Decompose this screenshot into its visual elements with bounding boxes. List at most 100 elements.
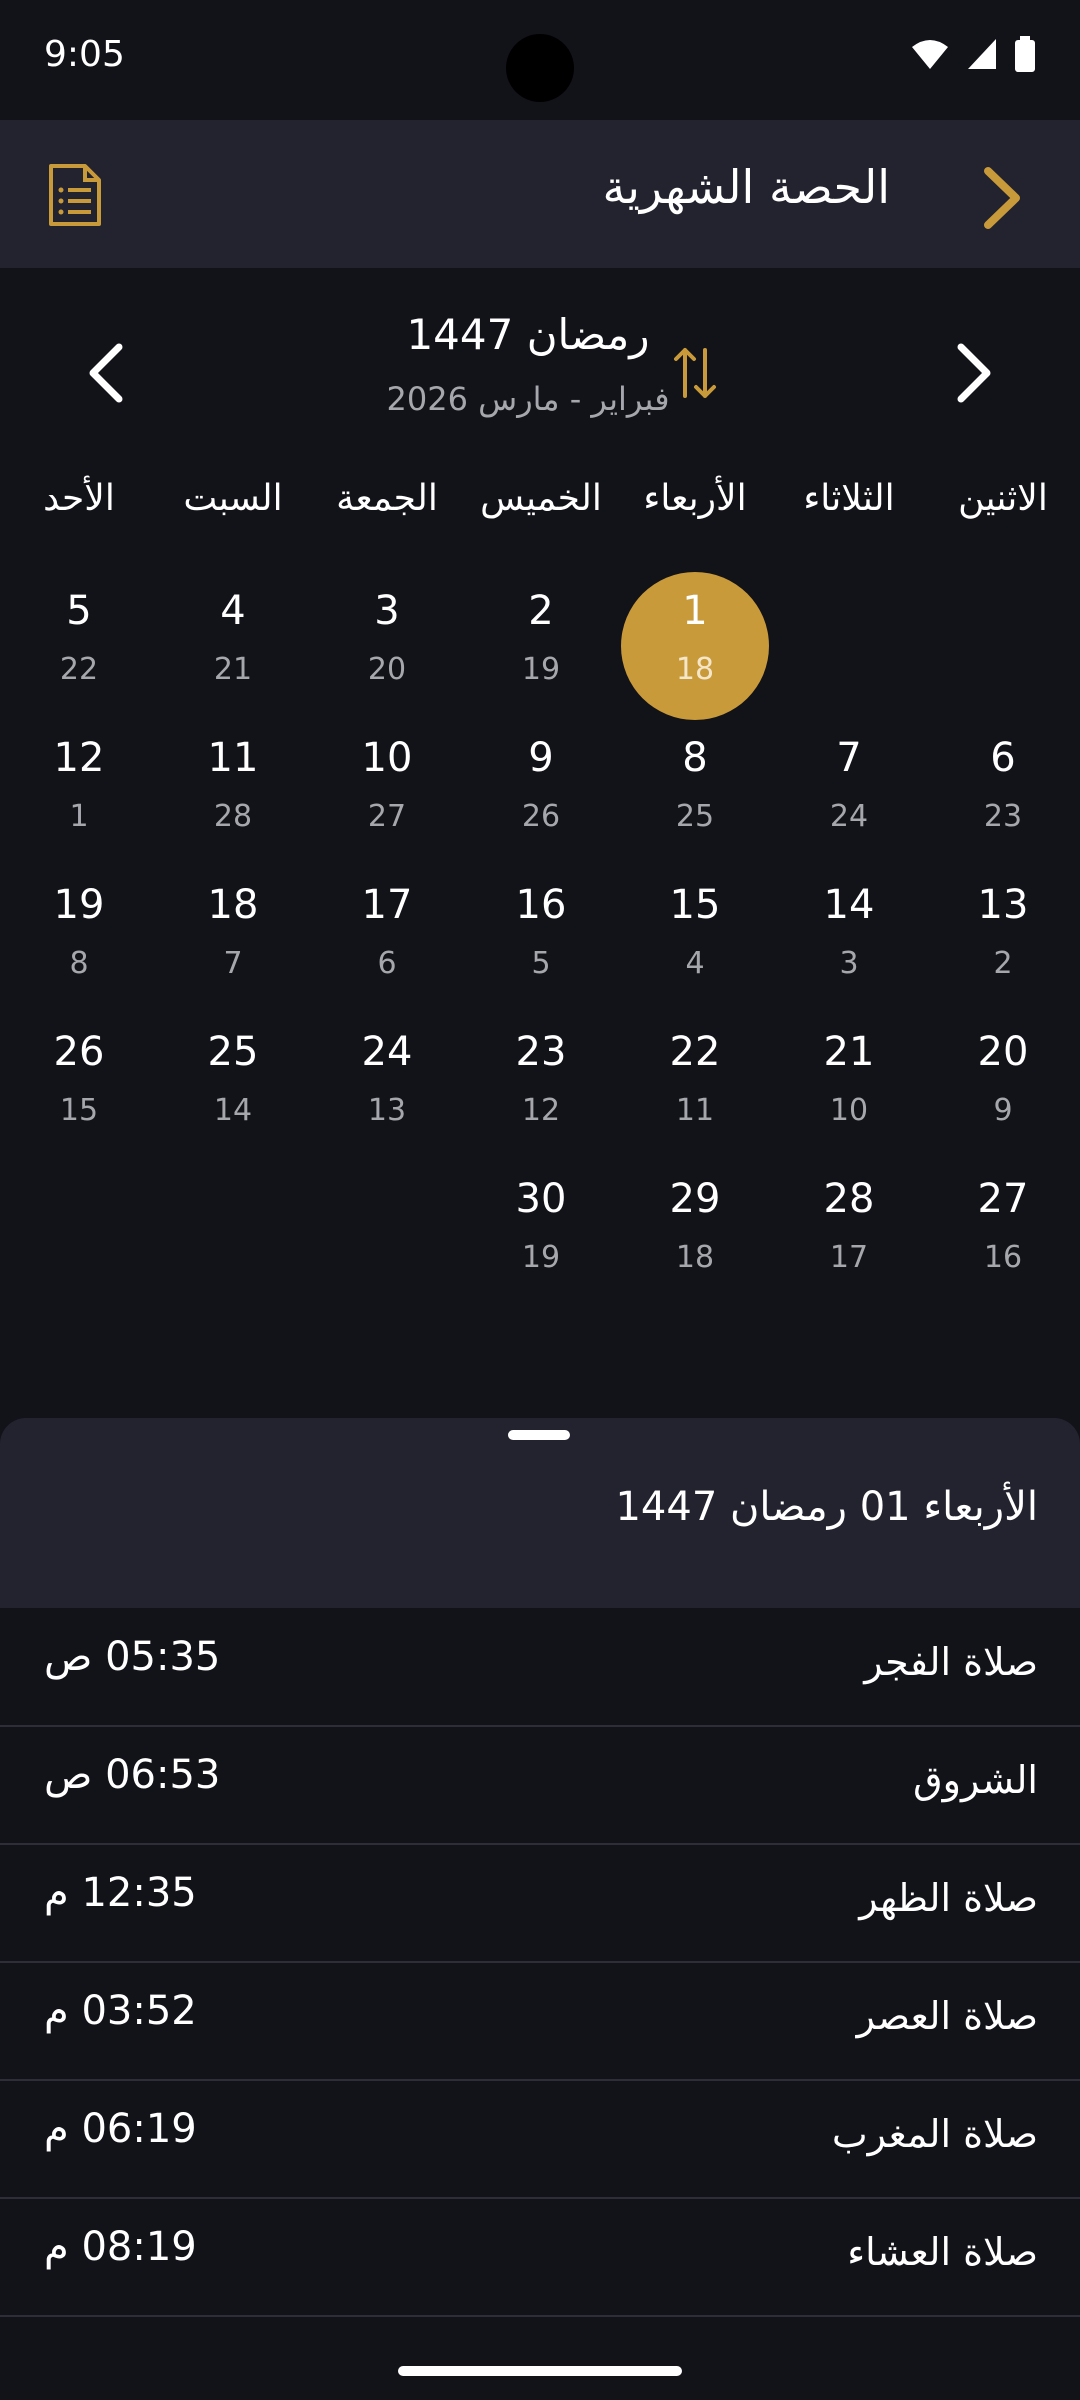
prayer-row: صلاة الظهر 12:35 م [0,1844,1080,1963]
calendar-day-cell[interactable]: 12 1 [2,719,156,866]
wifi-icon [912,40,948,69]
prayer-time: 12:35 م [44,1870,197,1916]
hijri-day-number: 2 [528,588,554,634]
status-icons [910,36,1036,72]
calendar-day-cell[interactable]: 26 15 [2,1013,156,1160]
weekday-label: الجمعة [336,478,438,519]
hijri-day-number: 24 [361,1029,413,1075]
hijri-day-number: 19 [53,882,105,928]
gregorian-day-number: 4 [685,946,705,981]
gregorian-day-number: 15 [59,1093,99,1128]
calendar-day-cell[interactable]: 10 27 [310,719,464,866]
signal-icon [968,39,996,69]
hijri-day-number: 7 [836,735,862,781]
calendar-day-cell[interactable]: 23 12 [464,1013,618,1160]
gregorian-day-number: 18 [675,652,715,687]
hijri-day-number: 9 [528,735,554,781]
hijri-day-number: 11 [207,735,259,781]
calendar-grid: 1 18 2 19 3 20 4 21 5 22 6 23 7 24 8 25 9 26 10 27 11 28 12 1 13… [0,572,1080,1292]
gregorian-day-number: 9 [993,1093,1013,1128]
chevron-right-icon [984,167,1020,229]
app-bar: الحصة الشهرية [0,120,1080,268]
calendar-day-cell[interactable]: 1 18 [618,572,772,720]
calendar-day-cell[interactable]: 27 16 [926,1160,1080,1307]
gregorian-month-label: فبراير - مارس 2026 [386,380,670,418]
weekday-label: الثلاثاء [803,478,895,519]
weekday-label: الأحد [43,478,115,519]
gregorian-month-range: فبراير - مارس 2026 [0,380,1080,418]
swap-calendar-button[interactable] [662,338,728,408]
calendar-day-cell[interactable]: 29 18 [618,1160,772,1307]
calendar-day-cell[interactable]: 7 24 [772,719,926,866]
hijri-day-number: 26 [53,1029,105,1075]
gregorian-day-number: 8 [69,946,89,981]
hijri-day-number: 6 [990,735,1016,781]
calendar-day-cell[interactable]: 28 17 [772,1160,926,1307]
calendar-day-cell[interactable]: 18 7 [156,866,310,1013]
calendar-day-cell[interactable]: 3 20 [310,572,464,719]
calendar-day-cell[interactable]: 6 23 [926,719,1080,866]
report-button[interactable] [30,150,120,240]
hijri-day-number: 10 [361,735,413,781]
prayer-time: 05:35 ص [44,1634,221,1680]
gregorian-day-number: 25 [675,799,715,834]
calendar-day-cell[interactable]: 20 9 [926,1013,1080,1160]
gregorian-day-number: 3 [839,946,859,981]
prayer-row: صلاة العشاء 08:19 م [0,2198,1080,2317]
gregorian-day-number: 19 [521,652,561,687]
gregorian-day-number: 1 [69,799,89,834]
weekday-label: الاثنين [958,478,1048,519]
hijri-day-number: 18 [207,882,259,928]
calendar-day-cell[interactable]: 25 14 [156,1013,310,1160]
calendar-day-cell[interactable]: 2 19 [464,572,618,719]
gregorian-day-number: 5 [531,946,551,981]
gregorian-day-number: 7 [223,946,243,981]
hijri-day-number: 23 [515,1029,567,1075]
gregorian-day-number: 2 [993,946,1013,981]
prayer-row: صلاة العصر 03:52 م [0,1962,1080,2081]
gregorian-day-number: 27 [367,799,407,834]
hijri-day-number: 12 [53,735,105,781]
prayer-time: 08:19 م [44,2224,197,2270]
camera-cutout [506,34,574,102]
weekday-label: السبت [183,478,283,519]
calendar-day-cell[interactable]: 5 22 [2,572,156,719]
calendar-day-cell[interactable]: 15 4 [618,866,772,1013]
calendar-day-cell[interactable]: 24 13 [310,1013,464,1160]
prayer-name: الشروق [913,1758,1038,1802]
calendar-day-cell[interactable]: 11 28 [156,719,310,866]
hijri-day-number: 15 [669,882,721,928]
document-list-icon [49,164,101,226]
calendar-day-cell[interactable]: 17 6 [310,866,464,1013]
calendar-day-cell[interactable]: 22 11 [618,1013,772,1160]
prayer-name: صلاة الظهر [859,1876,1038,1920]
back-button[interactable] [962,158,1042,238]
prayer-name: صلاة العشاء [847,2230,1038,2274]
calendar-day-cell[interactable]: 4 21 [156,572,310,719]
gregorian-day-number: 26 [521,799,561,834]
gregorian-day-number: 22 [59,652,99,687]
calendar-day-cell[interactable]: 30 19 [464,1160,618,1307]
drag-handle[interactable] [508,1430,570,1440]
hijri-day-number: 29 [669,1176,721,1222]
prayer-time: 06:53 ص [44,1752,221,1798]
calendar-day-cell[interactable]: 8 25 [618,719,772,866]
page-title: الحصة الشهرية [602,160,890,214]
hijri-day-number: 5 [66,588,92,634]
chevron-right-icon [957,343,991,403]
calendar-day-cell[interactable]: 9 26 [464,719,618,866]
next-month-button[interactable] [930,328,1020,418]
calendar-day-cell[interactable]: 21 10 [772,1013,926,1160]
gregorian-day-number: 23 [983,799,1023,834]
calendar-day-cell[interactable]: 13 2 [926,866,1080,1013]
calendar-day-cell[interactable]: 16 5 [464,866,618,1013]
prayer-row: الشروق 06:53 ص [0,1726,1080,1845]
gregorian-day-number: 24 [829,799,869,834]
status-time: 9:05 [44,34,125,75]
hijri-day-number: 14 [823,882,875,928]
gregorian-day-number: 16 [983,1240,1023,1275]
gregorian-day-number: 28 [213,799,253,834]
hijri-day-number: 28 [823,1176,875,1222]
calendar-day-cell[interactable]: 14 3 [772,866,926,1013]
calendar-day-cell[interactable]: 19 8 [2,866,156,1013]
